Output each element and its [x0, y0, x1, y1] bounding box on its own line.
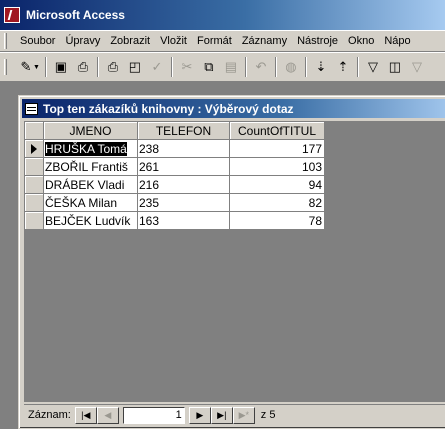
toolbar-grip [4, 59, 7, 75]
filter-by-selection-icon[interactable]: ▽ [362, 56, 384, 78]
cell-telefon[interactable]: 235 [137, 193, 230, 212]
row-selector[interactable] [24, 193, 44, 212]
record-number-input[interactable]: 1 [122, 406, 185, 424]
record-label: Záznam: [28, 409, 71, 421]
cell-count[interactable]: 94 [229, 175, 325, 194]
cell-jmeno[interactable]: BEJČEK Ludvík [43, 211, 138, 230]
save-icon[interactable]: ▣ [50, 56, 72, 78]
menu-soubor[interactable]: Soubor [15, 35, 60, 47]
cell-count[interactable]: 82 [229, 193, 325, 212]
app-title-bar: Microsoft Access [0, 0, 445, 30]
cell-count[interactable]: 103 [229, 157, 325, 176]
paste-icon[interactable]: ▤ [220, 56, 242, 78]
column-header-telefon[interactable]: TELEFON [137, 121, 230, 140]
sort-descending-icon[interactable]: ⇡ [332, 56, 354, 78]
table-row: ZBOŘIL Františ 261 103 [24, 157, 325, 176]
cell-jmeno[interactable]: ČEŠKA Milan [43, 193, 138, 212]
cell-telefon[interactable]: 163 [137, 211, 230, 230]
table-row: HRUŠKA Tomá 238 177 [24, 139, 325, 158]
print-preview-icon[interactable]: ⎙ [72, 56, 94, 78]
menu-bar: Soubor Úpravy Zobrazit Vložit Formát Záz… [0, 30, 445, 52]
datasheet-grid: JMENO TELEFON CountOfTITUL HRUŠKA Tomá 2… [24, 121, 325, 230]
column-header-jmeno[interactable]: JMENO [43, 121, 138, 140]
sort-ascending-icon[interactable]: ⇣ [310, 56, 332, 78]
cell-telefon[interactable]: 238 [137, 139, 230, 158]
menu-grip [4, 33, 7, 49]
menu-napoveda[interactable]: Nápo [379, 35, 415, 47]
app-title: Microsoft Access [26, 8, 125, 22]
previous-record-button[interactable]: ◀ [96, 406, 119, 424]
menu-nastroje[interactable]: Nástroje [292, 35, 343, 47]
menu-okno[interactable]: Okno [343, 35, 379, 47]
cell-telefon[interactable]: 261 [137, 157, 230, 176]
header-row: JMENO TELEFON CountOfTITUL [24, 121, 325, 140]
hyperlink-icon[interactable]: ◍ [280, 56, 302, 78]
menu-vlozit[interactable]: Vložit [155, 35, 192, 47]
cell-jmeno[interactable]: HRUŠKA Tomá [43, 139, 138, 158]
toolbar-separator [356, 57, 359, 77]
print-icon[interactable]: ⎙ [102, 56, 124, 78]
column-header-countoftitul[interactable]: CountOfTITUL [229, 121, 325, 140]
first-record-button[interactable]: |◀ [74, 406, 97, 424]
toolbar-separator [274, 57, 277, 77]
menu-format[interactable]: Formát [192, 35, 237, 47]
access-key-icon[interactable] [4, 7, 20, 23]
mdi-workspace: Top ten zákazíků knihovny : Výběrový dot… [0, 82, 445, 429]
menu-zobrazit[interactable]: Zobrazit [105, 35, 155, 47]
undo-icon[interactable]: ↶ [250, 56, 272, 78]
select-all-corner[interactable] [24, 121, 44, 140]
query-window-title-bar[interactable]: Top ten zákazíků knihovny : Výběrový dot… [22, 99, 445, 118]
current-record-icon [31, 144, 37, 155]
row-selector[interactable] [24, 211, 44, 230]
row-selector[interactable] [24, 157, 44, 176]
table-row: BEJČEK Ludvík 163 78 [24, 211, 325, 230]
datasheet-icon[interactable] [25, 102, 38, 115]
cut-icon[interactable]: ✂ [176, 56, 198, 78]
filter-by-form-icon[interactable]: ◫ [384, 56, 406, 78]
next-record-button[interactable]: ▶ [188, 406, 211, 424]
toolbar-separator [96, 57, 99, 77]
query-window-title: Top ten zákazíků knihovny : Výběrový dot… [43, 101, 294, 116]
menu-upravy[interactable]: Úpravy [60, 35, 105, 47]
toolbar-separator [170, 57, 173, 77]
toolbar-separator [244, 57, 247, 77]
record-navigation-bar: Záznam: |◀ ◀ 1 ▶ ▶| ▶* z 5 [24, 404, 445, 425]
preview-icon[interactable]: ◰ [124, 56, 146, 78]
cell-telefon[interactable]: 216 [137, 175, 230, 194]
last-record-button[interactable]: ▶| [210, 406, 233, 424]
query-window: Top ten zákazíků knihovny : Výběrový dot… [18, 95, 445, 429]
menu-zaznamy[interactable]: Záznamy [237, 35, 292, 47]
toolbar-separator [304, 57, 307, 77]
toolbar-separator [44, 57, 47, 77]
cell-jmeno-text: HRUŠKA Tomá [45, 141, 127, 156]
datasheet: JMENO TELEFON CountOfTITUL HRUŠKA Tomá 2… [24, 121, 445, 402]
row-selector-current[interactable] [24, 139, 44, 158]
cell-jmeno[interactable]: ZBOŘIL Františ [43, 157, 138, 176]
toolbar: ✎ ▼ ▣ ⎙ ⎙ ◰ ✓ ✂ ⧉ ▤ ↶ ◍ ⇣ ⇡ ▽ ◫ ▽ [0, 52, 445, 82]
cell-jmeno[interactable]: DRÁBEK Vladi [43, 175, 138, 194]
table-row: ČEŠKA Milan 235 82 [24, 193, 325, 212]
cell-count[interactable]: 78 [229, 211, 325, 230]
cell-count[interactable]: 177 [229, 139, 325, 158]
new-record-button[interactable]: ▶* [232, 406, 255, 424]
table-row: DRÁBEK Vladi 216 94 [24, 175, 325, 194]
copy-icon[interactable]: ⧉ [198, 56, 220, 78]
record-count: z 5 [260, 409, 276, 421]
row-selector[interactable] [24, 175, 44, 194]
apply-filter-icon[interactable]: ▽ [406, 56, 428, 78]
view-dropdown-icon[interactable]: ▼ [33, 64, 40, 71]
spelling-icon[interactable]: ✓ [146, 56, 168, 78]
